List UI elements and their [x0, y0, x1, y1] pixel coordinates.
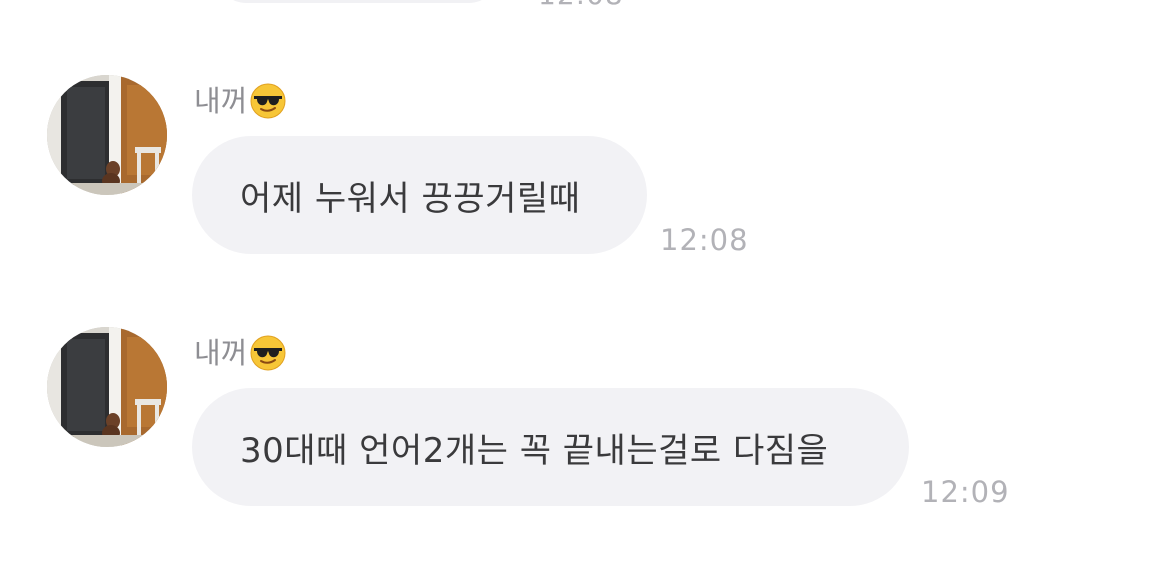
sunglasses-emoji-icon	[250, 335, 286, 371]
sender-name: 내꺼	[194, 336, 248, 370]
sender-label: 내꺼	[194, 81, 287, 121]
sender-avatar[interactable]	[47, 327, 167, 447]
message-bubble[interactable]: 30대때 언어2개는 꼭 끝내는걸로 다짐을	[192, 388, 909, 506]
message-time: 12:08	[660, 223, 749, 257]
avatar-photo-icon	[47, 75, 167, 195]
previous-message-bubble[interactable]	[215, 0, 500, 3]
message-text: 30대때 언어2개는 꼭 끝내는걸로 다짐을	[240, 430, 829, 471]
message-text: 어제 누워서 끙끙거릴때	[240, 178, 581, 219]
previous-message-time: 12:08	[538, 0, 624, 11]
message-time: 12:09	[921, 475, 1010, 509]
sunglasses-emoji-icon	[250, 83, 286, 119]
message-bubble[interactable]: 어제 누워서 끙끙거릴때	[192, 136, 647, 254]
sender-avatar[interactable]	[47, 75, 167, 195]
avatar-photo-icon	[47, 327, 167, 447]
sender-name: 내꺼	[194, 84, 248, 118]
sender-label: 내꺼	[194, 333, 287, 373]
